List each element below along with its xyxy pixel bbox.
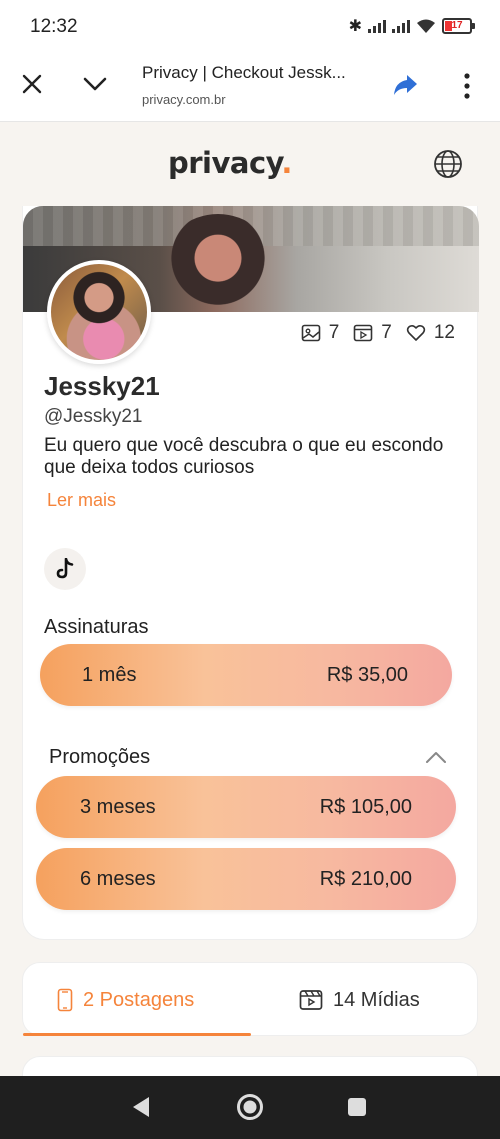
- stat-images: 7: [301, 322, 339, 344]
- page-url: privacy.com.br: [142, 92, 226, 107]
- plan-price: R$ 35,00: [326, 663, 408, 686]
- profile-stats: 7 7 12: [301, 322, 455, 344]
- status-bar: 12:32 ✱ 17: [0, 0, 500, 52]
- back-icon[interactable]: [131, 1096, 151, 1118]
- close-icon[interactable]: [18, 70, 46, 98]
- status-time: 12:32: [30, 16, 78, 37]
- more-vert-icon[interactable]: [460, 72, 474, 100]
- privacy-logo[interactable]: privacy.: [168, 146, 292, 180]
- profile-bio: Eu quero que você descubra o que eu esco…: [44, 435, 444, 478]
- plan-label: 3 meses: [80, 795, 156, 818]
- wifi-icon: [417, 19, 435, 33]
- signal-icon: [368, 19, 386, 33]
- page-title: Privacy | Checkout Jessk...: [142, 63, 346, 82]
- image-icon: [301, 324, 321, 342]
- stat-videos: 7: [353, 322, 392, 344]
- home-icon[interactable]: [236, 1093, 264, 1121]
- plan-6-months[interactable]: 6 meses R$ 210,00: [36, 848, 456, 910]
- status-icons: ✱ 17: [348, 16, 475, 36]
- active-tab-indicator: [23, 1033, 251, 1036]
- tab-posts-label: 2 Postagens: [83, 988, 195, 1011]
- signal-icon-2: [392, 19, 410, 33]
- read-more-link[interactable]: Ler mais: [47, 490, 116, 511]
- plan-price: R$ 105,00: [319, 795, 412, 818]
- system-nav-bar: [0, 1076, 500, 1139]
- plan-3-months[interactable]: 3 meses R$ 105,00: [36, 776, 456, 838]
- subscriptions-title: Assinaturas: [44, 616, 149, 638]
- plan-label: 1 mês: [82, 663, 137, 686]
- tab-media[interactable]: 14 Mídias: [299, 963, 420, 1037]
- stat-likes: 12: [406, 322, 455, 344]
- phone-icon: [57, 988, 73, 1012]
- plan-1-month[interactable]: 1 mês R$ 35,00: [40, 644, 452, 706]
- bluetooth-icon: ✱: [348, 18, 362, 35]
- promotions-title: Promoções: [49, 746, 151, 768]
- avatar[interactable]: [47, 260, 151, 364]
- site-header: privacy.: [0, 122, 500, 206]
- globe-icon[interactable]: [433, 149, 463, 179]
- browser-toolbar: Privacy | Checkout Jessk... privacy.com.…: [0, 52, 500, 122]
- heart-icon: [406, 324, 426, 341]
- tab-media-label: 14 Mídias: [333, 988, 420, 1011]
- content-tabs: 2 Postagens 14 Mídias: [22, 962, 478, 1036]
- battery-icon: 17: [442, 18, 475, 34]
- profile-card: 7 7 12 Jessky21 @Jessky21 Eu quero que v…: [22, 206, 479, 940]
- chevron-down-icon[interactable]: [80, 70, 110, 98]
- media-icon: [299, 990, 323, 1010]
- plan-label: 6 meses: [80, 867, 156, 890]
- tiktok-icon: [56, 558, 74, 579]
- tiktok-button[interactable]: [44, 548, 86, 590]
- share-icon[interactable]: [392, 72, 418, 98]
- profile-name: Jessky21: [44, 371, 160, 401]
- tab-posts[interactable]: 2 Postagens: [57, 963, 194, 1037]
- chevron-up-icon[interactable]: [425, 750, 447, 764]
- video-icon: [353, 324, 373, 342]
- plan-price: R$ 210,00: [319, 867, 412, 890]
- recents-icon[interactable]: [348, 1098, 366, 1116]
- profile-handle: @Jessky21: [44, 406, 143, 427]
